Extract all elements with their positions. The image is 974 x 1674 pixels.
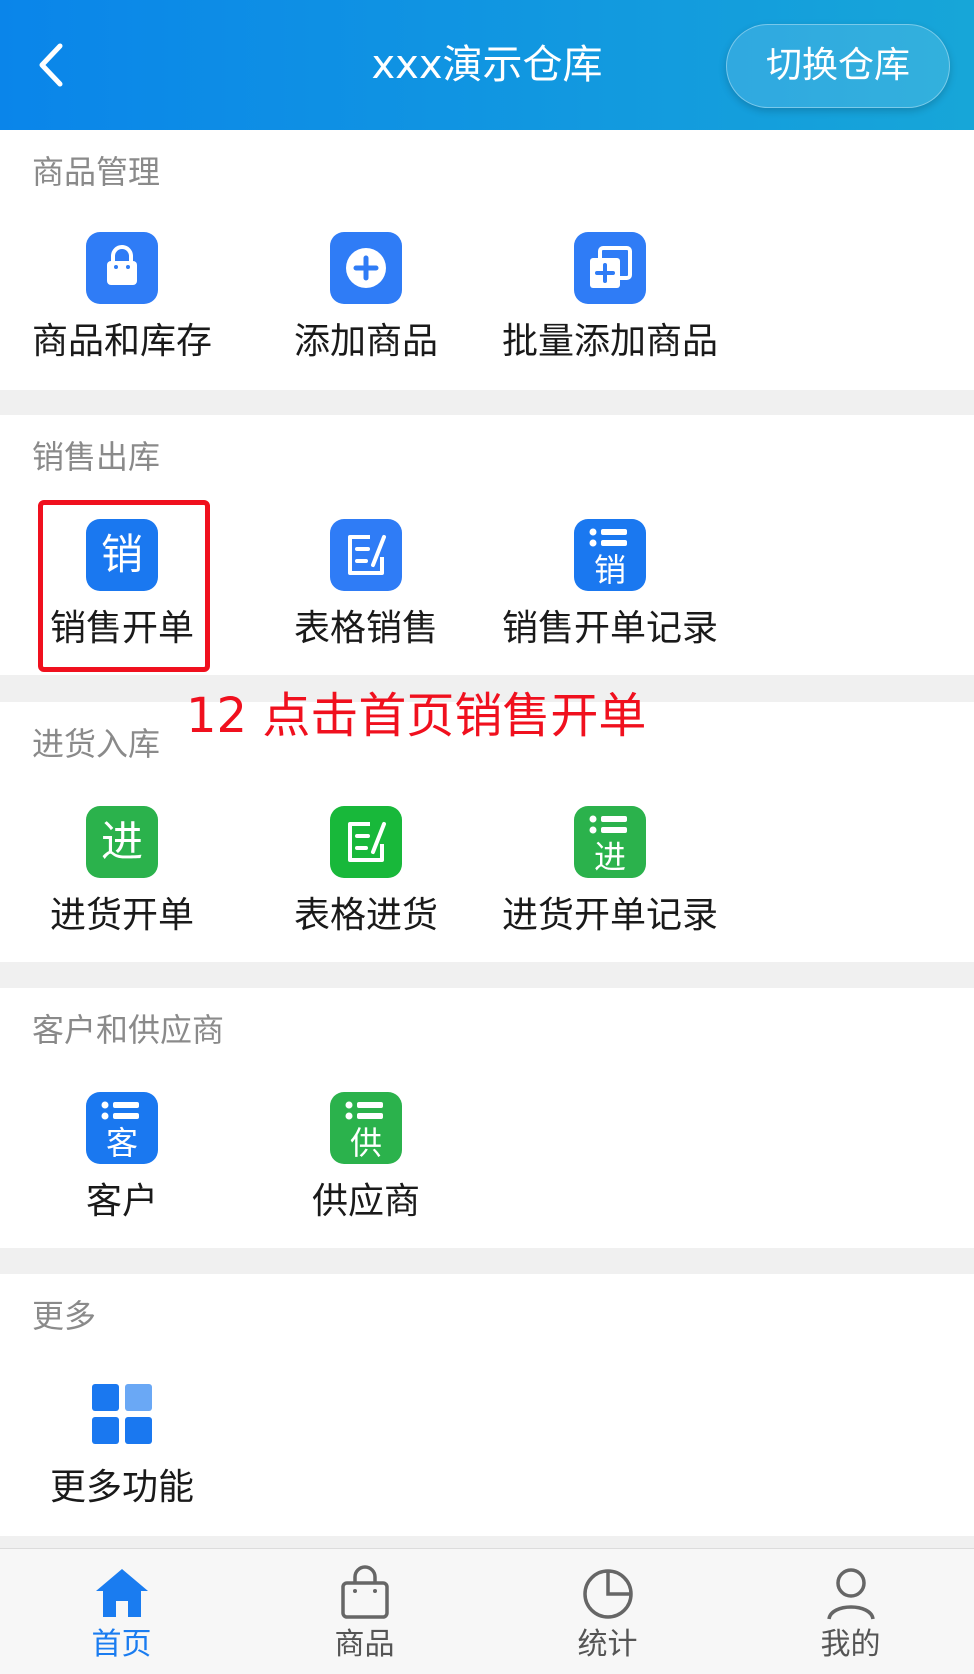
item-label: 更多功能 <box>49 1467 194 1508</box>
goods-and-inventory-button[interactable]: 商品和库存 <box>0 232 244 372</box>
section-sales-outbound: 销售出库 销 销售开单 表格销售 销 销售开单记录 <box>0 415 974 675</box>
icon-glyph: 进 <box>594 838 626 876</box>
tab-label: 统计 <box>577 1627 638 1662</box>
tab-home[interactable]: 首页 <box>0 1549 243 1674</box>
item-label: 销售开单记录 <box>501 608 718 649</box>
top-app-bar: xxx演示仓库 切换仓库 <box>0 0 974 130</box>
pie-chart-icon <box>582 1569 633 1619</box>
tab-goods[interactable]: 商品 <box>243 1549 486 1674</box>
item-label: 进货开单 <box>49 895 194 936</box>
purchase-order-button[interactable]: 进 进货开单 <box>0 806 244 946</box>
shopping-bag-icon <box>340 1565 389 1619</box>
item-label: 进货开单记录 <box>501 895 718 936</box>
item-label: 表格进货 <box>293 895 438 936</box>
copy-plus-icon <box>574 232 646 304</box>
section-goods-management: 商品管理 商品和库存 添加商品 批量添加商品 <box>0 130 974 390</box>
customers-button[interactable]: 客 客户 <box>0 1092 244 1232</box>
tab-label: 商品 <box>334 1627 395 1662</box>
tab-statistics[interactable]: 统计 <box>486 1549 729 1674</box>
plus-circle-icon <box>330 232 402 304</box>
section-title: 客户和供应商 <box>32 1011 225 1049</box>
item-label: 销售开单 <box>49 608 194 649</box>
table-purchase-button[interactable]: 表格进货 <box>244 806 488 946</box>
icon-glyph: 客 <box>106 1124 138 1162</box>
section-more: 更多 更多功能 <box>0 1274 974 1536</box>
switch-warehouse-button[interactable]: 切换仓库 <box>726 24 950 108</box>
grid-icon <box>92 1384 152 1444</box>
section-title: 销售出库 <box>32 438 161 476</box>
tab-label: 首页 <box>91 1627 152 1662</box>
home-icon <box>95 1569 148 1617</box>
purchase-list-icon: 进 <box>574 806 646 878</box>
icon-glyph: 销 <box>101 530 143 579</box>
table-sales-button[interactable]: 表格销售 <box>244 519 488 659</box>
section-customers-suppliers: 客户和供应商 客 客户 供 供应商 <box>0 988 974 1248</box>
purchase-order-records-button[interactable]: 进 进货开单记录 <box>488 806 732 946</box>
purchase-icon: 进 <box>86 806 158 878</box>
item-label: 客户 <box>85 1181 158 1222</box>
sales-order-button[interactable]: 销 销售开单 <box>0 519 244 659</box>
tab-mine[interactable]: 我的 <box>729 1549 972 1674</box>
section-title: 进货入库 <box>32 725 161 763</box>
supplier-list-icon: 供 <box>330 1092 402 1164</box>
add-goods-button[interactable]: 添加商品 <box>244 232 488 372</box>
edit-form-icon <box>330 519 402 591</box>
batch-add-goods-button[interactable]: 批量添加商品 <box>488 232 732 372</box>
item-label: 供应商 <box>311 1181 420 1222</box>
icon-glyph: 销 <box>594 551 626 589</box>
user-icon <box>826 1568 875 1620</box>
sales-icon: 销 <box>86 519 158 591</box>
shopping-bag-icon <box>86 232 158 304</box>
tab-label: 我的 <box>820 1627 881 1662</box>
edit-form-icon <box>330 806 402 878</box>
sales-list-icon: 销 <box>574 519 646 591</box>
item-label: 批量添加商品 <box>501 321 718 362</box>
icon-glyph: 进 <box>101 817 143 866</box>
bottom-tab-bar: 首页 商品 统计 我的 <box>0 1548 974 1674</box>
sales-order-records-button[interactable]: 销 销售开单记录 <box>488 519 732 659</box>
more-functions-button[interactable]: 更多功能 <box>0 1378 244 1518</box>
section-title: 更多 <box>32 1297 97 1335</box>
item-label: 商品和库存 <box>31 321 212 362</box>
suppliers-button[interactable]: 供 供应商 <box>244 1092 488 1232</box>
item-label: 表格销售 <box>293 608 438 649</box>
customer-list-icon: 客 <box>86 1092 158 1164</box>
instruction-annotation: 12 点击首页销售开单 <box>186 688 647 744</box>
section-title: 商品管理 <box>32 153 161 191</box>
item-label: 添加商品 <box>293 321 438 362</box>
icon-glyph: 供 <box>350 1124 382 1162</box>
